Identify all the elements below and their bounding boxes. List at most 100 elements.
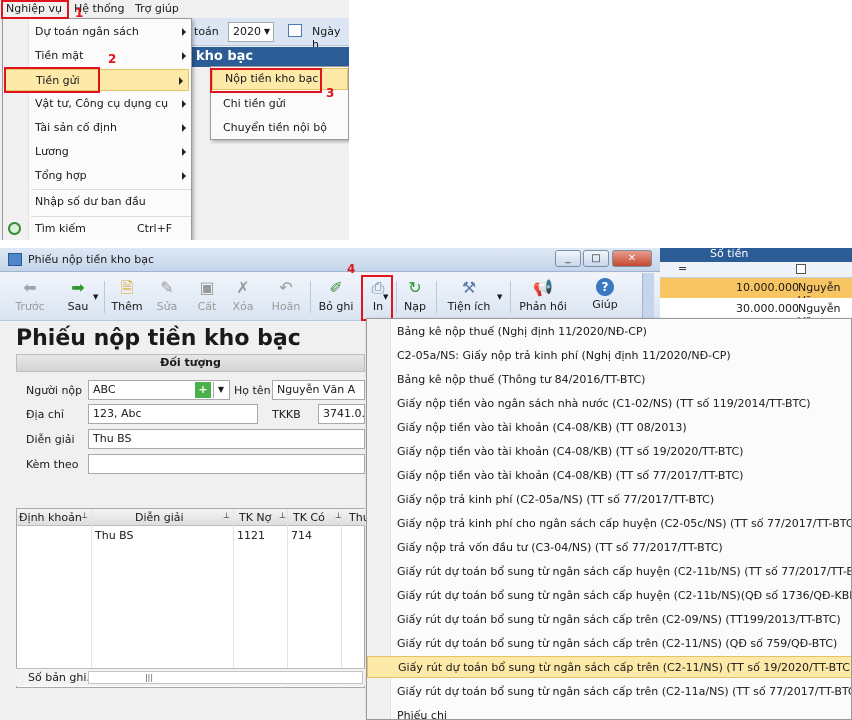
calendar-icon[interactable] xyxy=(288,24,302,37)
xoa-label: Xóa xyxy=(232,300,254,313)
close-button[interactable]: ✕ xyxy=(612,250,652,267)
pin-icon[interactable]: ⊥ xyxy=(279,511,286,520)
print-item[interactable]: Giấy rút dự toán bổ sung từ ngân sách cấ… xyxy=(367,681,851,703)
print-item[interactable]: Bảng kê nộp thuế (Nghị định 11/2020/NĐ-C… xyxy=(367,321,851,343)
search-icon xyxy=(8,222,21,235)
maximize-button[interactable]: □ xyxy=(583,250,609,267)
print-item[interactable]: Giấy nộp tiền vào tài khoản (C4-08/KB) (… xyxy=(367,417,851,439)
menu-item-nhap-so-du[interactable]: Nhập số dư ban đầu xyxy=(3,191,191,213)
sau-button[interactable]: ➡ Sau xyxy=(60,275,96,319)
submenu-item-chuyen-tien-noi-bo[interactable]: Chuyển tiền nội bộ xyxy=(211,116,349,140)
toolbar-separator xyxy=(310,281,311,313)
tien-ich-button[interactable]: ⚒ Tiện ích xyxy=(444,275,494,319)
them-button[interactable]: 🗎 Thêm xyxy=(108,275,146,319)
bo-ghi-button[interactable]: ✐ Bỏ ghi xyxy=(316,275,356,319)
giup-button[interactable]: ? Giúp xyxy=(588,275,622,319)
nguoi-nop-field[interactable]: ABC + ▼ xyxy=(88,380,230,400)
sua-label: Sửa xyxy=(156,300,178,313)
dia-chi-field[interactable]: 123, Abc xyxy=(88,404,258,424)
toolbar-overflow-button[interactable] xyxy=(642,273,654,319)
print-item[interactable]: Giấy nộp trả vốn đầu tư (C3-04/NS) (TT s… xyxy=(367,537,851,559)
xoa-button[interactable]: ✗ Xóa xyxy=(228,275,258,319)
print-item[interactable]: Giấy rút dự toán bổ sung từ ngân sách cấ… xyxy=(367,633,851,655)
print-item[interactable]: Giấy rút dự toán bổ sung từ ngân sách cấ… xyxy=(367,561,851,583)
column-header-dien-giai[interactable]: Diễn giải xyxy=(135,511,184,524)
kem-theo-field[interactable] xyxy=(88,454,365,474)
menu-tro-giup[interactable]: Trợ giúp xyxy=(135,1,179,17)
print-item[interactable]: Giấy nộp trả kinh phí cho ngân sách cấp … xyxy=(367,513,851,535)
horizontal-scrollbar[interactable]: ||| xyxy=(88,671,363,684)
pin-icon[interactable]: ⊥ xyxy=(223,511,230,520)
print-item[interactable]: Giấy nộp tiền vào ngân sách nhà nước (C1… xyxy=(367,393,851,415)
cat-button[interactable]: ▣ Cất xyxy=(192,275,222,319)
chevron-down-icon[interactable]: ▼ xyxy=(93,293,98,301)
record-count-label: Số bản ghi... xyxy=(28,671,97,684)
background-row[interactable]: 10.000.000 Nguyễn Văn xyxy=(660,278,852,307)
hoan-button[interactable]: ↶ Hoãn xyxy=(268,275,304,319)
toolbar-separator xyxy=(396,281,397,313)
cat-label: Cất xyxy=(197,300,217,313)
menu-item-luong[interactable]: Lương xyxy=(3,141,191,163)
year-value: 2020 xyxy=(233,25,261,38)
menu-item-vat-tu[interactable]: Vật tư, Công cụ dụng cụ xyxy=(3,93,191,115)
truoc-button[interactable]: ⬅ Trước xyxy=(12,275,48,319)
chevron-down-icon[interactable]: ▼ xyxy=(213,382,228,398)
menu-item-tai-san[interactable]: Tài sản cố định xyxy=(3,117,191,139)
menu-item-tien-mat[interactable]: Tiền mặt xyxy=(3,45,191,67)
add-document-icon: 🗎 xyxy=(120,278,134,297)
menu-item-tim-kiem[interactable]: Tìm kiếm Ctrl+F xyxy=(3,218,191,240)
print-item[interactable]: Giấy nộp trả kinh phí (C2-05a/NS) (TT số… xyxy=(367,489,851,511)
form-toolbar: ⬅ Trước ➡ Sau ▼ 🗎 Thêm ✎ Sửa ▣ Cất ✗ Xóa… xyxy=(0,273,660,321)
megaphone-icon: 📢 xyxy=(533,278,553,297)
nap-button[interactable]: ↻ Nạp xyxy=(400,275,430,319)
cell-dien-giai[interactable]: Thu BS xyxy=(95,529,134,542)
nap-label: Nạp xyxy=(404,300,426,313)
column-header-tk-co[interactable]: TK Có xyxy=(293,511,325,524)
print-item[interactable]: Giấy rút dự toán bổ sung từ ngân sách cấ… xyxy=(367,609,851,631)
scroll-thumb-icon[interactable]: ||| xyxy=(141,673,157,682)
year-select[interactable]: 2020 ▼ xyxy=(228,22,274,42)
print-item-highlighted[interactable]: Giấy rút dự toán bổ sung từ ngân sách cấ… xyxy=(367,656,851,678)
form-title: Phiếu nộp tiền kho bạc xyxy=(16,326,301,351)
chevron-right-icon xyxy=(182,28,186,36)
chevron-right-icon xyxy=(182,100,186,108)
print-item[interactable]: Giấy nộp tiền vào tài khoản (C4-08/KB) (… xyxy=(367,441,851,463)
pin-icon[interactable]: ⊥ xyxy=(81,511,88,520)
edit-icon: ✎ xyxy=(160,278,174,297)
phan-hoi-button[interactable]: 📢 Phản hồi xyxy=(518,275,568,319)
print-item[interactable]: Bảng kê nộp thuế (Thông tư 84/2016/TT-BT… xyxy=(367,369,851,391)
cell-tk-no[interactable]: 1121 xyxy=(237,529,265,542)
chevron-down-icon[interactable]: ▼ xyxy=(497,293,502,301)
print-item[interactable]: Giấy nộp tiền vào tài khoản (C4-08/KB) (… xyxy=(367,465,851,487)
annotation-label-4: 4 xyxy=(347,262,356,276)
giup-label: Giúp xyxy=(592,298,618,311)
print-item[interactable]: C2-05a/NS: Giấy nộp trả kinh phí (Nghị đ… xyxy=(367,345,851,367)
dien-giai-field[interactable]: Thu BS xyxy=(88,429,365,449)
menu-item-label: Lương xyxy=(35,145,69,158)
menu-item-du-toan[interactable]: Dự toán ngân sách xyxy=(3,21,191,43)
tools-icon: ⚒ xyxy=(461,278,477,297)
sua-button[interactable]: ✎ Sửa xyxy=(152,275,182,319)
annotation-label-1: 1 xyxy=(75,6,84,20)
add-icon[interactable]: + xyxy=(195,382,211,398)
grid-footer: Số bản ghi... ||| xyxy=(16,668,365,686)
column-header-tk-no[interactable]: TK Nợ xyxy=(239,511,271,524)
annotation-box-2 xyxy=(4,67,100,93)
tkkb-field[interactable]: 3741.0.1 xyxy=(318,404,365,424)
print-item[interactable]: Phiếu chi xyxy=(367,705,851,719)
phan-hoi-label: Phản hồi xyxy=(519,300,567,313)
arrow-left-icon: ⬅ xyxy=(23,278,37,297)
grid-divider xyxy=(233,509,234,687)
ho-ten-field[interactable]: Nguyễn Văn A xyxy=(272,380,365,400)
menu-item-label: Tìm kiếm xyxy=(35,222,86,235)
cell-tk-co[interactable]: 714 xyxy=(291,529,312,542)
minimize-button[interactable]: _ xyxy=(555,250,581,267)
menu-item-tong-hop[interactable]: Tổng hợp xyxy=(3,165,191,187)
filter-checkbox[interactable] xyxy=(796,264,806,274)
grid-header: Định khoản ⊥ Diễn giải ⊥ TK Nợ ⊥ TK Có ⊥… xyxy=(17,509,370,526)
toolbar-separator xyxy=(436,281,437,313)
print-item[interactable]: Giấy rút dự toán bổ sung từ ngân sách cấ… xyxy=(367,585,851,607)
column-header-dinh-khoan[interactable]: Định khoản xyxy=(19,511,82,524)
background-row[interactable]: 30.000.000 Nguyễn Văn xyxy=(660,298,852,328)
tkkb-label: TKKB xyxy=(272,408,301,421)
